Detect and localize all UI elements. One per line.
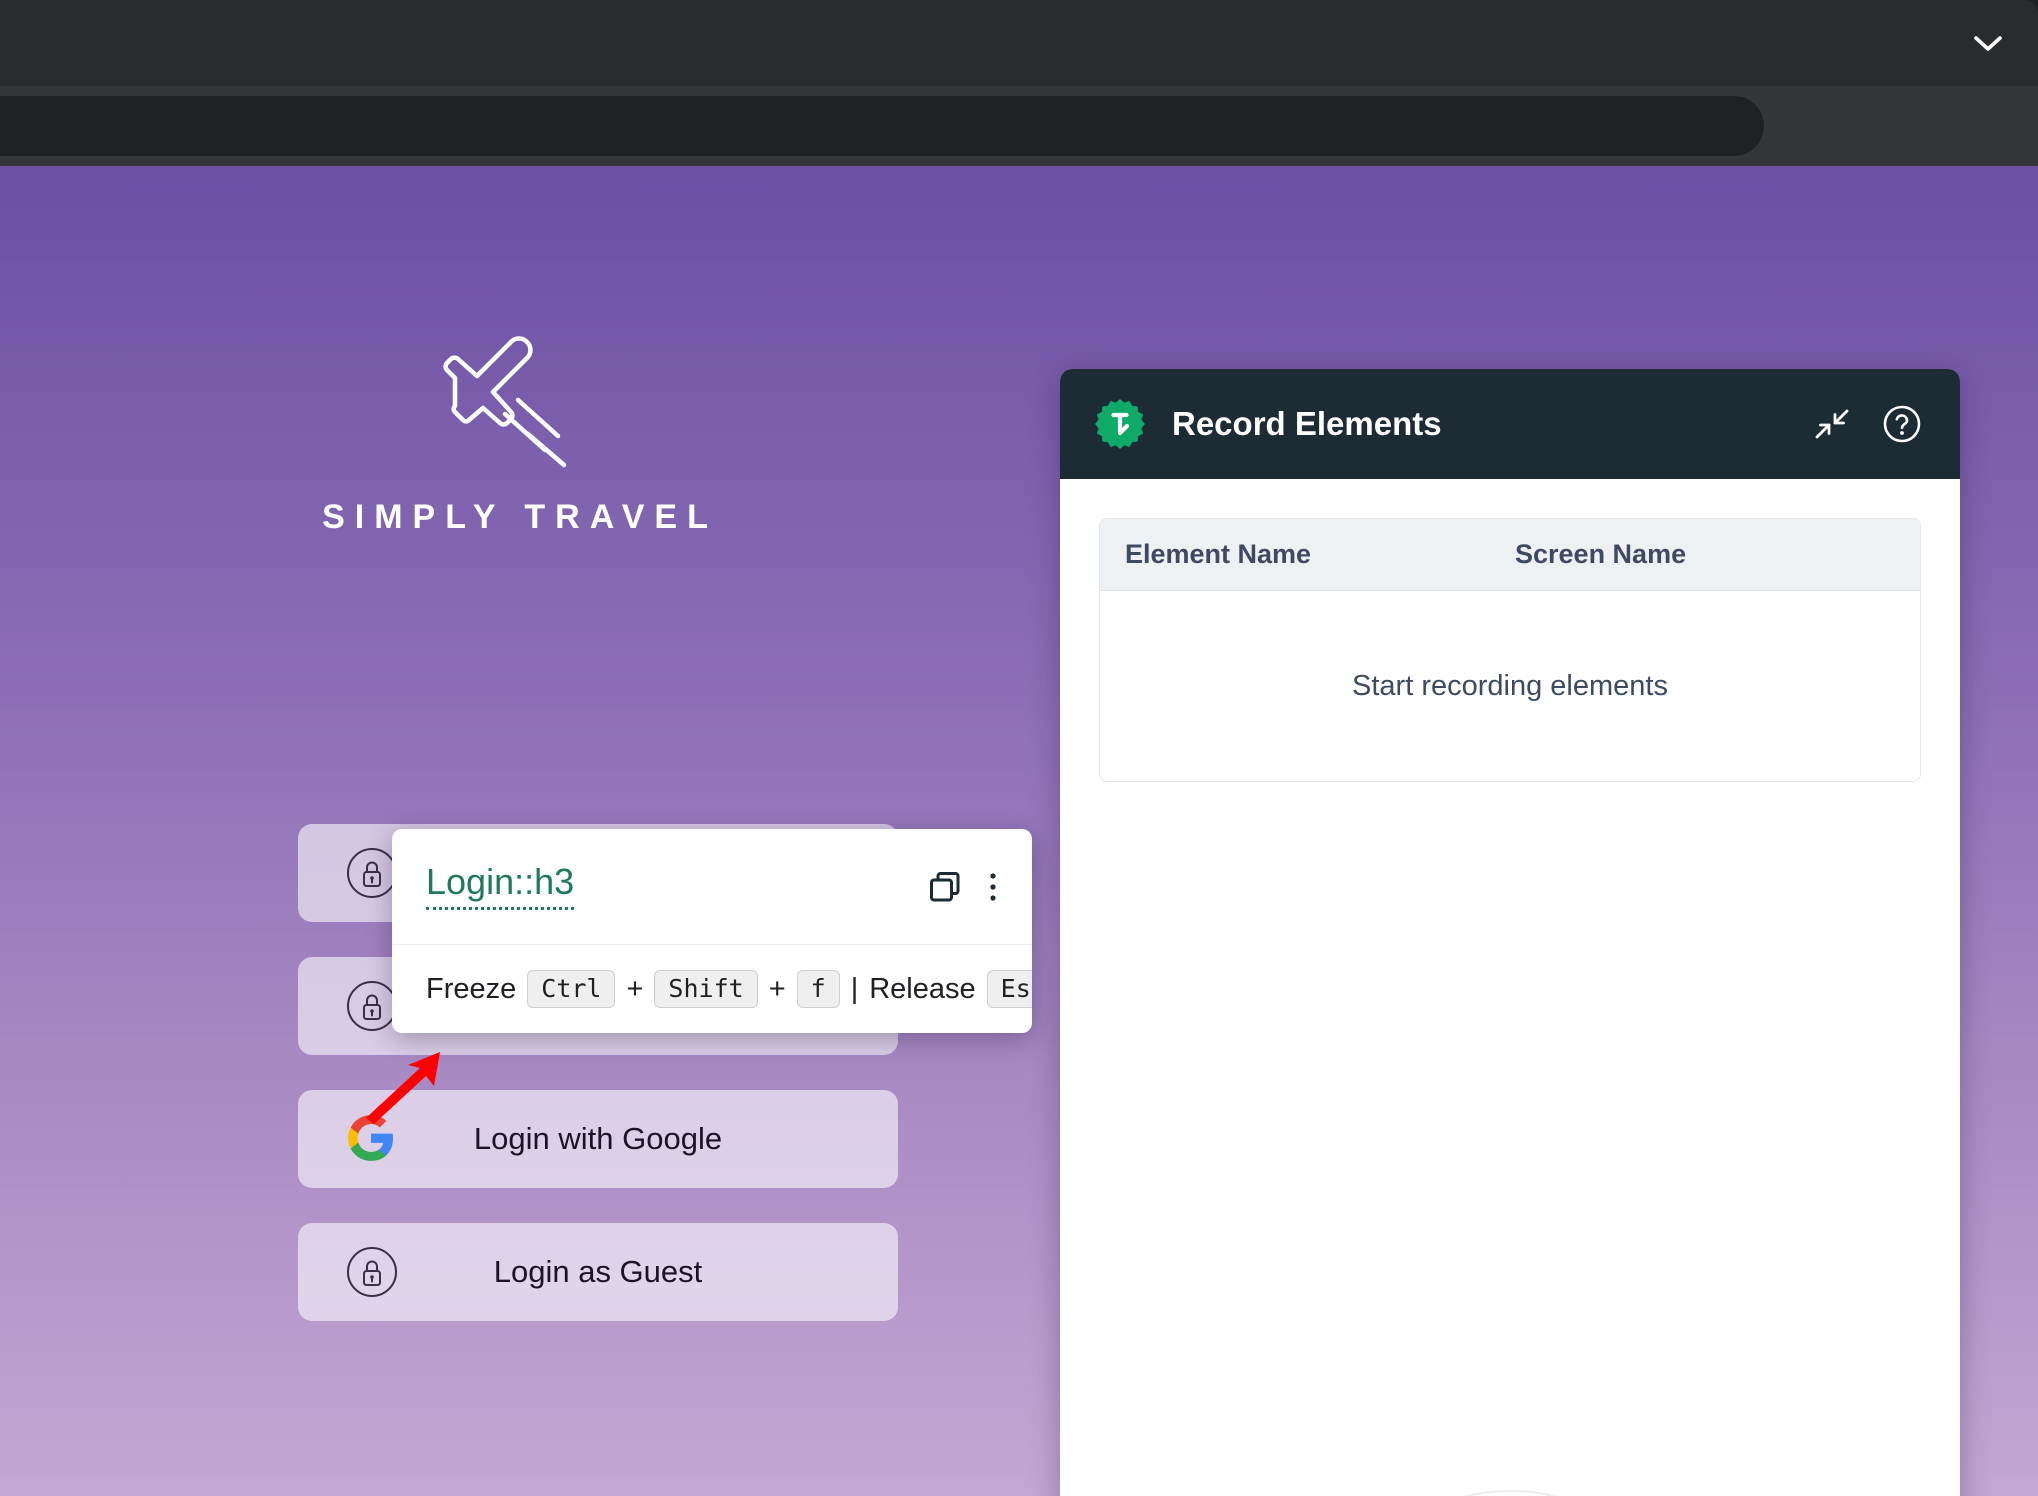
record-elements-panel: Record Elements Element Name Screen Name… xyxy=(1060,369,1960,1496)
collapse-arrows-icon[interactable] xyxy=(1814,406,1850,442)
login-with-google-button[interactable]: Login with Google xyxy=(298,1090,898,1188)
plus-sign-2: + xyxy=(768,972,786,1005)
key-ctrl: Ctrl xyxy=(527,970,616,1008)
google-g-icon xyxy=(346,1113,398,1165)
login-as-guest-button[interactable]: Login as Guest xyxy=(298,1223,898,1321)
table-header-row: Element Name Screen Name xyxy=(1100,519,1920,591)
table-empty-message: Start recording elements xyxy=(1100,591,1920,781)
recorder-header-actions xyxy=(1814,404,1922,444)
brand-block: SIMPLY TRAVEL xyxy=(0,316,1040,537)
lock-icon xyxy=(346,980,398,1032)
key-esc: Esc xyxy=(986,970,1032,1008)
kebab-menu-icon[interactable] xyxy=(988,870,998,904)
recorder-body: Element Name Screen Name Start recording… xyxy=(1060,479,1960,1496)
element-selector-tooltip: Login::h3 Freeze Ctrl + Shift + f | Rele… xyxy=(392,829,1032,1033)
recorded-elements-table: Element Name Screen Name Start recording… xyxy=(1099,518,1921,782)
shortcut-divider: | xyxy=(850,972,859,1005)
browser-toolbar xyxy=(0,86,2038,166)
web-page-content: SIMPLY TRAVEL Login with Google Login as… xyxy=(0,166,2038,1496)
key-f: f xyxy=(796,970,840,1008)
lock-icon xyxy=(346,1246,398,1298)
tab-strip-surface xyxy=(0,0,2038,86)
tooltip-header: Login::h3 xyxy=(392,829,1032,945)
brand-name: SIMPLY TRAVEL xyxy=(322,498,718,536)
release-label: Release xyxy=(869,972,976,1005)
testsigma-gear-icon xyxy=(1095,399,1145,449)
omnibox-surface[interactable] xyxy=(0,96,1764,156)
column-header-screen-name: Screen Name xyxy=(1515,539,1687,569)
help-circle-icon[interactable] xyxy=(1882,404,1922,444)
lock-icon xyxy=(346,847,398,899)
copy-icon[interactable] xyxy=(928,870,962,904)
browser-tab-strip xyxy=(0,0,2038,86)
chevron-down-icon[interactable] xyxy=(1966,22,2010,66)
recorder-title: Record Elements xyxy=(1172,405,1442,442)
airplane-icon xyxy=(443,336,567,468)
element-selector-text: Login::h3 xyxy=(426,863,575,910)
column-header-element-name: Element Name xyxy=(1125,539,1312,569)
recorder-header: Record Elements xyxy=(1060,369,1960,479)
tooltip-actions xyxy=(928,870,998,904)
plus-sign-1: + xyxy=(626,972,644,1005)
tooltip-shortcut-row: Freeze Ctrl + Shift + f | Release Esc xyxy=(392,945,1032,1033)
freeze-label: Freeze xyxy=(426,972,517,1005)
key-shift: Shift xyxy=(654,970,758,1008)
